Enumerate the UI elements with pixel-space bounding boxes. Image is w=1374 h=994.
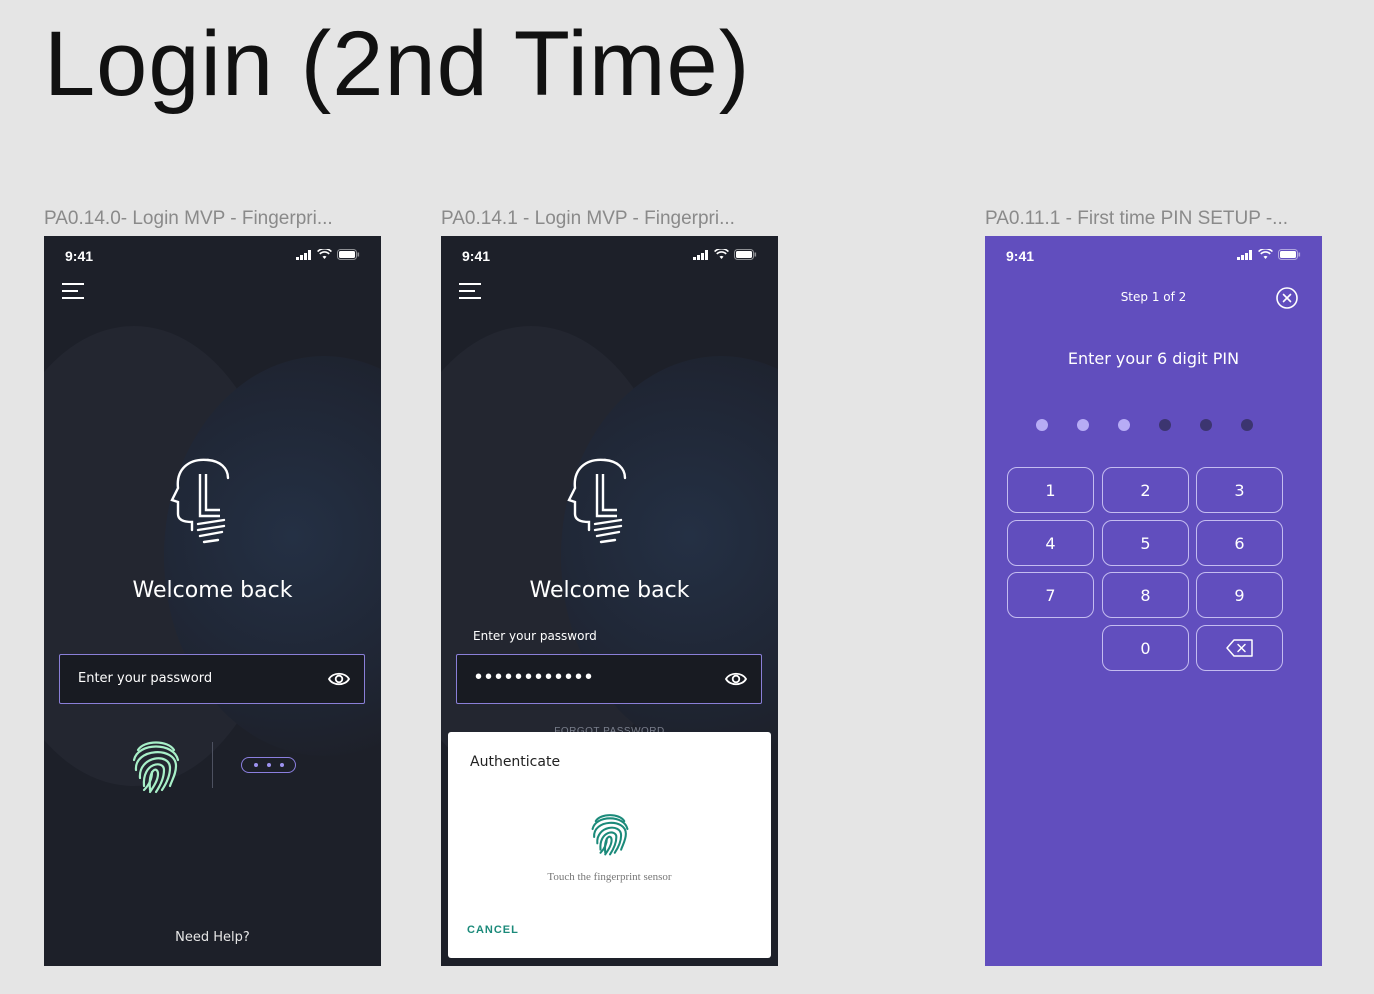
password-caption: Enter your password xyxy=(473,629,597,643)
close-icon[interactable] xyxy=(1275,286,1299,310)
dialog-title: Authenticate xyxy=(470,754,561,770)
eye-icon[interactable] xyxy=(725,669,747,689)
status-bar: 9:41 xyxy=(44,236,381,276)
key-3[interactable]: 3 xyxy=(1196,467,1283,513)
frame-login-authenticate: 9:41 Welcome back Enter your password ••… xyxy=(441,236,778,966)
key-0[interactable]: 0 xyxy=(1102,625,1189,671)
key-7[interactable]: 7 xyxy=(1007,572,1094,618)
password-field[interactable]: Enter your password xyxy=(59,654,365,704)
status-bar: 9:41 xyxy=(985,236,1322,276)
pin-dot xyxy=(1241,419,1253,431)
authenticate-dialog: Authenticate Touch the fingerprint senso… xyxy=(448,732,771,958)
divider xyxy=(212,742,213,788)
status-time: 9:41 xyxy=(1006,248,1035,264)
signal-icon xyxy=(1237,249,1252,260)
welcome-heading: Welcome back xyxy=(132,578,293,603)
pin-dots xyxy=(1036,419,1253,431)
pin-dot xyxy=(1200,419,1212,431)
key-9[interactable]: 9 xyxy=(1196,572,1283,618)
pin-dot xyxy=(1159,419,1171,431)
frame-login-fingerprint: 9:41 Welcome back Enter your password Ne… xyxy=(44,236,381,966)
battery-icon xyxy=(734,249,757,260)
dot xyxy=(279,763,284,767)
status-time: 9:41 xyxy=(462,248,491,264)
pin-dot xyxy=(1077,419,1089,431)
status-icons xyxy=(1237,249,1301,260)
signal-icon xyxy=(296,249,311,260)
wifi-icon xyxy=(1258,249,1273,259)
frame-label-pin-setup: PA0.11.1 - First time PIN SETUP -... xyxy=(985,208,1289,229)
backspace-button[interactable] xyxy=(1196,625,1283,671)
frame-pin-setup: 9:41 Step 1 of 2 Enter your 6 digit PIN … xyxy=(985,236,1322,966)
pin-login-button[interactable] xyxy=(241,757,296,773)
status-icons xyxy=(296,249,360,260)
step-indicator: Step 1 of 2 xyxy=(1120,290,1187,304)
logo-icon xyxy=(170,458,230,544)
fingerprint-icon xyxy=(591,814,629,856)
key-4[interactable]: 4 xyxy=(1007,520,1094,566)
key-2[interactable]: 2 xyxy=(1102,467,1189,513)
pin-dot xyxy=(1036,419,1048,431)
frame-label-login-authenticate: PA0.14.1 - Login MVP - Fingerpri... xyxy=(441,208,735,229)
pin-title: Enter your 6 digit PIN xyxy=(1067,349,1240,368)
key-5[interactable]: 5 xyxy=(1102,520,1189,566)
frame-label-login-fingerprint: PA0.14.0- Login MVP - Fingerpri... xyxy=(44,208,333,229)
dialog-hint: Touch the fingerprint sensor xyxy=(547,871,672,883)
backspace-icon xyxy=(1225,639,1253,657)
status-bar: 9:41 xyxy=(441,236,778,276)
key-8[interactable]: 8 xyxy=(1102,572,1189,618)
menu-icon[interactable] xyxy=(459,280,483,302)
password-value: •••••••••••• xyxy=(475,666,596,688)
need-help-link[interactable]: Need Help? xyxy=(44,930,381,945)
cancel-button[interactable]: CANCEL xyxy=(467,924,519,936)
dot xyxy=(266,763,271,767)
fingerprint-icon[interactable] xyxy=(130,736,182,794)
wifi-icon xyxy=(714,249,729,259)
battery-icon xyxy=(337,249,360,260)
signal-icon xyxy=(693,249,708,260)
dot xyxy=(253,763,258,767)
battery-icon xyxy=(1278,249,1301,260)
welcome-heading: Welcome back xyxy=(529,578,690,603)
logo-icon xyxy=(567,458,627,544)
key-6[interactable]: 6 xyxy=(1196,520,1283,566)
password-placeholder: Enter your password xyxy=(78,671,213,686)
eye-icon[interactable] xyxy=(328,669,350,689)
background-shape xyxy=(44,831,381,966)
status-icons xyxy=(693,249,757,260)
page-title: Login (2nd Time) xyxy=(44,13,751,115)
wifi-icon xyxy=(317,249,332,259)
status-time: 9:41 xyxy=(65,248,94,264)
menu-icon[interactable] xyxy=(62,280,86,302)
key-1[interactable]: 1 xyxy=(1007,467,1094,513)
password-field[interactable]: •••••••••••• xyxy=(456,654,762,704)
pin-dot xyxy=(1118,419,1130,431)
keypad: 1 2 3 4 5 6 7 8 9 0 xyxy=(1007,467,1285,672)
